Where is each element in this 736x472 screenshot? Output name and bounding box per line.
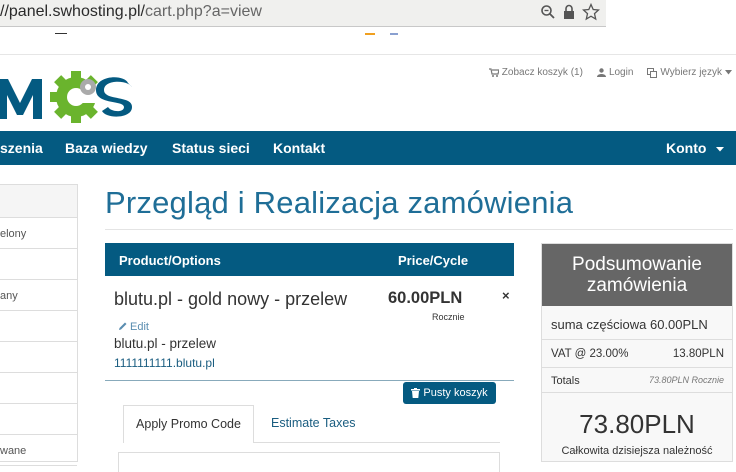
summary-vat-label: VAT @ 23.00% [551,348,629,360]
strip-mark [55,33,67,34]
summary-subtotal: suma częściowa 60.00PLN [551,317,708,332]
view-cart-link[interactable]: Zobacz koszyk (1) [488,67,583,78]
site-header: Zobacz koszyk (1) Login Wybierz język [0,55,736,131]
cart-divider [105,380,514,381]
promo-code-panel [118,452,500,472]
cart-item-title: blutu.pl - gold nowy - przelew [114,289,348,309]
empty-cart-button[interactable]: Pusty koszyk [403,382,496,404]
summary-vat-value: 13.80PLN [672,348,724,360]
view-cart-label: Zobacz koszyk (1) [501,67,583,78]
trash-icon [411,388,421,398]
col-product-options: Product/Options [119,253,221,268]
login-link[interactable]: Login [596,67,634,78]
caret-down-icon [716,146,725,152]
sidebar-item[interactable] [0,373,77,404]
title-divider [105,229,733,230]
language-icon [647,67,658,78]
tabs-divider [254,442,500,443]
cart-item-domain[interactable]: 1111111111.blutu.pl [114,356,215,370]
sidebar-item[interactable] [0,249,77,280]
bookmarks-strip [0,27,736,55]
main-navbar: szenia Baza wiedzy Status sieci Kontakt … [0,131,736,165]
summary-divider [542,367,732,368]
summary-totals-value: 73.80PLN Rocznie [648,375,724,385]
pencil-icon [119,322,127,330]
bookmark-star-icon[interactable] [582,3,600,21]
cart-item-subtitle: blutu.pl - przelew [114,336,217,351]
user-icon [596,68,606,77]
sidebar-item[interactable]: any [0,280,77,311]
col-price-cycle: Price/Cycle [398,253,469,268]
nav-item-contact[interactable]: Kontakt [273,140,325,156]
edit-label: Edit [130,321,149,333]
strip-mark [390,33,398,35]
lock-icon[interactable] [562,4,576,20]
tab-apply-promo-code[interactable]: Apply Promo Code [123,405,254,443]
site-logo[interactable] [0,65,140,128]
nav-item-announcements[interactable]: szenia [0,140,43,156]
nav-item-knowledgebase[interactable]: Baza wiedzy [65,140,147,156]
categories-sidebar: elony any wane [0,184,78,466]
order-summary: Podsumowanie zamówienia suma częściowa 6… [541,243,733,462]
url-path: cart.php?a=view [144,3,262,20]
summary-total-due-caption: Całkowita dzisiejsza należność [561,445,713,457]
sidebar-item[interactable] [0,342,77,373]
account-label: Konto [666,140,707,156]
cart-item-name: blutu.pl - gold nowy - przelew Edit [114,287,354,340]
sidebar-item[interactable]: wane [0,435,77,466]
nav-item-account[interactable]: Konto [666,140,725,156]
language-selector[interactable]: Wybierz język [647,67,732,78]
sidebar-item[interactable]: elony [0,218,77,249]
browser-address-bar: //panel.swhosting.pl/cart.php?a=view [0,0,606,27]
summary-divider [542,339,732,340]
remove-item-button[interactable]: × [502,288,510,303]
nav-item-network-status[interactable]: Status sieci [172,140,250,156]
url-field[interactable]: //panel.swhosting.pl/cart.php?a=view [0,3,262,21]
zoom-icon[interactable] [540,4,556,20]
cart-icon [488,68,499,77]
summary-title: Podsumowanie zamówienia [542,244,732,306]
summary-totals-label: Totals [551,375,580,387]
sidebar-item[interactable] [0,404,77,435]
summary-divider [542,392,732,393]
edit-item-link[interactable]: Edit [118,321,149,333]
url-host: //panel.swhosting.pl/ [0,3,145,20]
language-label: Wybierz język [660,67,722,78]
caret-down-icon [725,70,732,75]
sidebar-item[interactable] [0,311,77,342]
summary-total-due: 73.80PLN [579,409,695,439]
page-title: Przegląd i Realizacja zamówienia [105,185,574,220]
tab-estimate-taxes[interactable]: Estimate Taxes [271,416,356,430]
strip-mark [365,33,375,35]
cart-item-cycle: Rocznie [432,312,465,322]
sidebar-header [0,185,77,218]
login-label: Login [608,67,634,78]
empty-cart-label: Pusty koszyk [423,387,488,399]
cart-item-price: 60.00PLN [388,289,463,307]
cart-table-header: Product/Options Price/Cycle [105,243,514,276]
